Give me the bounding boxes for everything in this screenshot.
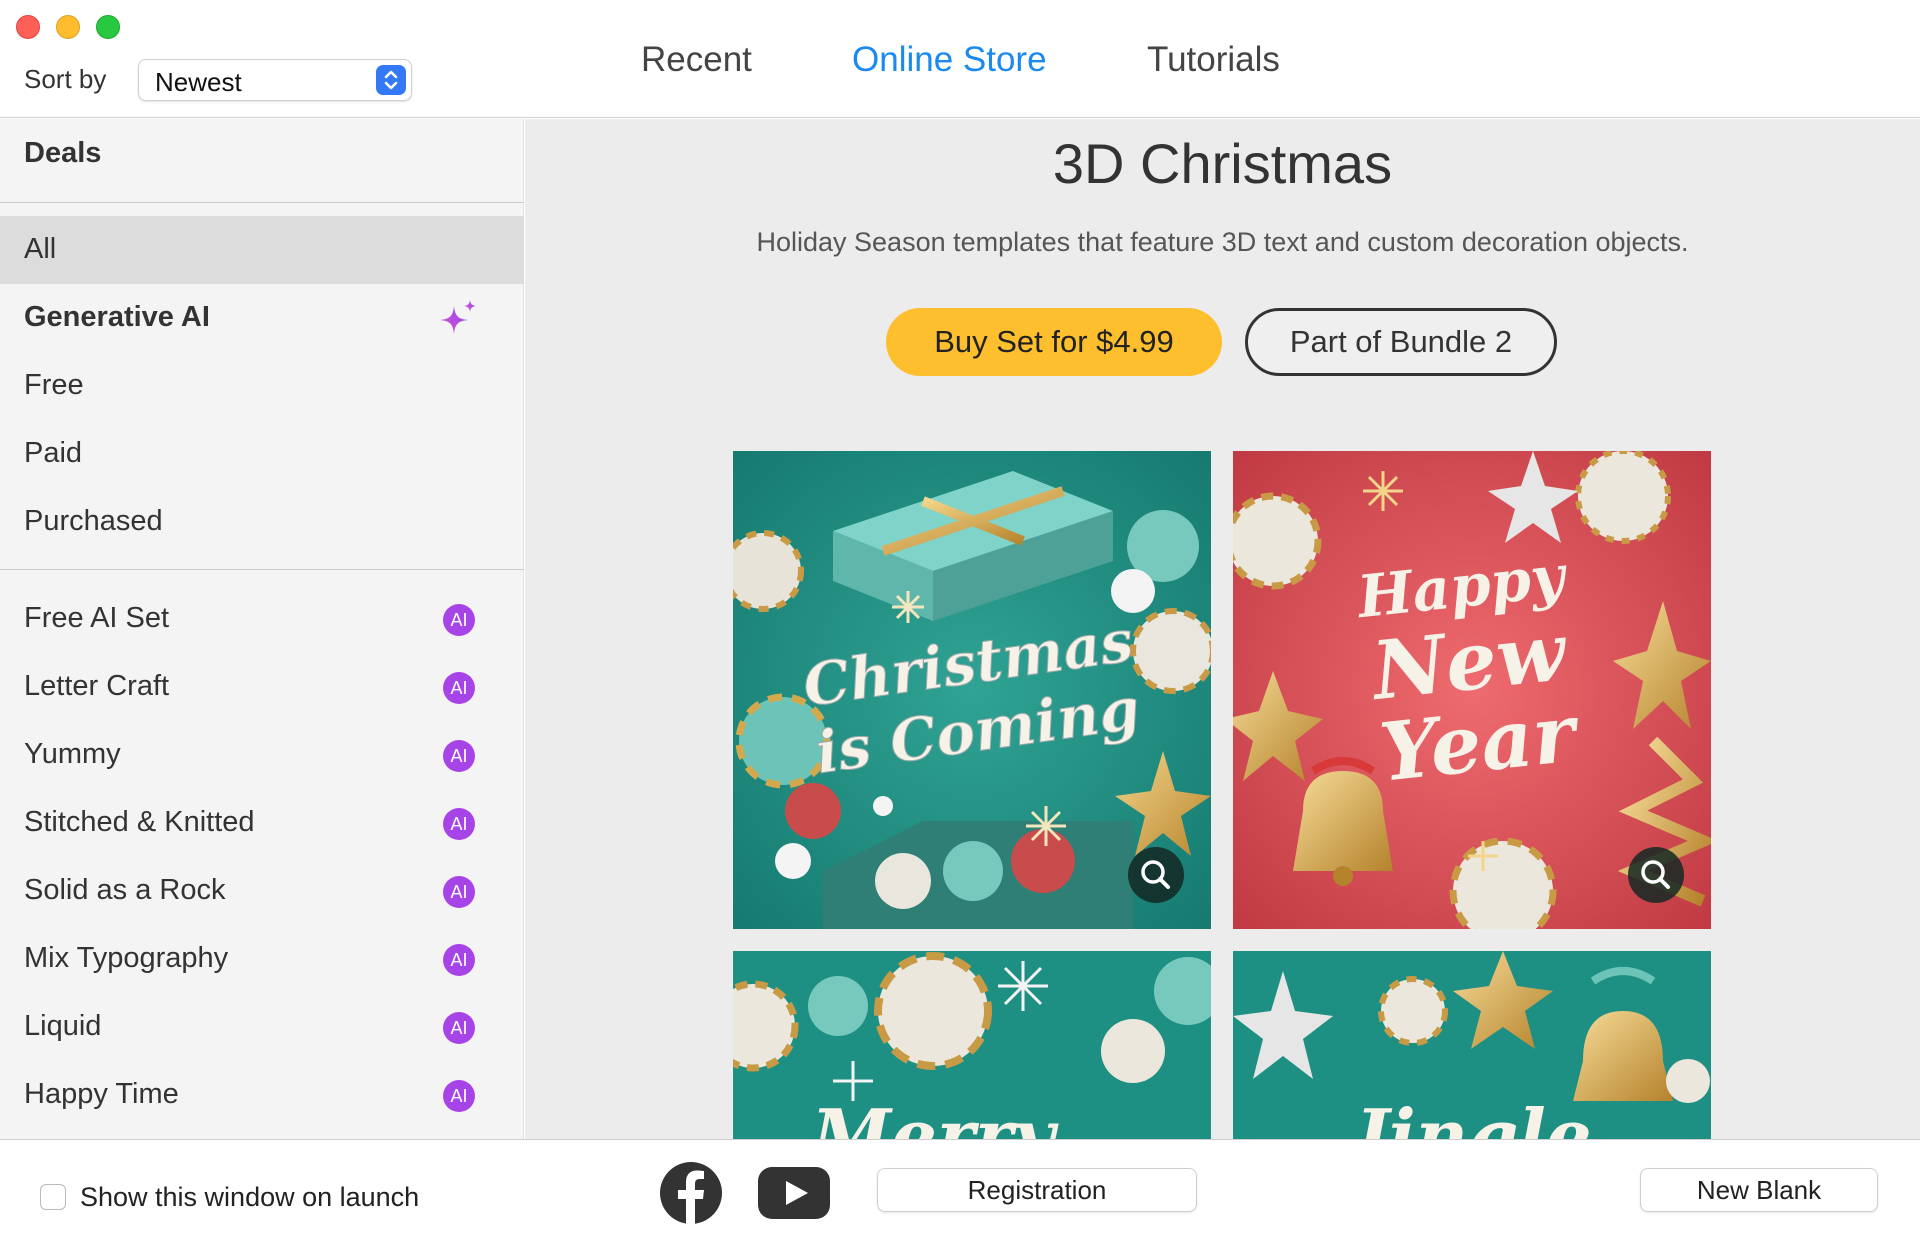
template-card-merry[interactable]: Merry	[733, 951, 1211, 1139]
set-title: 3D Christmas	[1052, 132, 1393, 195]
buy-set-button[interactable]: Buy Set for $4.99	[886, 308, 1222, 376]
ai-badge: AI	[443, 944, 475, 976]
tab-tutorials[interactable]: Tutorials	[1147, 40, 1280, 80]
tab-recent[interactable]: Recent	[641, 40, 752, 80]
sidebar-divider	[0, 569, 524, 570]
sidebar-item-generative-ai[interactable]: Generative AI	[0, 284, 524, 352]
bundle-button[interactable]: Part of Bundle 2	[1245, 308, 1557, 376]
close-window-button[interactable]	[16, 15, 40, 39]
youtube-icon[interactable]	[758, 1167, 830, 1219]
show-on-launch-checkbox[interactable]	[40, 1184, 66, 1210]
ai-badge: AI	[443, 808, 475, 840]
minimize-window-button[interactable]	[56, 15, 80, 39]
sort-by-label: Sort by	[24, 64, 107, 94]
sidebar-item-label: Yummy	[24, 738, 121, 770]
magnifier-icon	[1641, 860, 1670, 889]
template-thumbnail: Jingle	[1233, 951, 1711, 1139]
template-card-happy-new-year[interactable]: Happy New Year	[1233, 451, 1711, 929]
ai-badge: AI	[443, 740, 475, 772]
sidebar-item-label: Solid as a Rock	[24, 874, 226, 906]
ai-badge: AI	[443, 876, 475, 908]
template-title-line: Jingle	[1342, 1093, 1591, 1139]
sidebar-item-label: Letter Craft	[24, 670, 170, 702]
sidebar-item-liquid[interactable]: Liquid AI	[0, 993, 524, 1061]
sidebar-heading-deals: Deals	[24, 137, 102, 169]
sidebar-item-free[interactable]: Free	[0, 352, 524, 420]
template-title-line: Merry	[808, 1093, 1058, 1139]
sidebar-item-label: Free	[24, 369, 84, 401]
magnifier-icon	[1141, 860, 1170, 889]
ai-badge: AI	[443, 1080, 475, 1112]
sidebar-item-purchased[interactable]: Purchased	[0, 488, 524, 556]
preview-zoom-button[interactable]	[1628, 847, 1684, 903]
sidebar-divider	[0, 202, 524, 203]
set-description: Holiday Season templates that feature 3D…	[756, 227, 1689, 257]
preview-zoom-button[interactable]	[1128, 847, 1184, 903]
new-blank-button[interactable]: New Blank	[1640, 1168, 1878, 1212]
store-content: 3D Christmas Holiday Season templates th…	[525, 119, 1920, 1139]
sidebar-item-stitched-knitted[interactable]: Stitched & Knitted AI	[0, 789, 524, 857]
sidebar-item-paid[interactable]: Paid	[0, 420, 524, 488]
sidebar-item-label: Mix Typography	[24, 942, 229, 974]
sidebar-item-all[interactable]: All	[0, 216, 524, 284]
sidebar-item-label: Purchased	[24, 505, 163, 537]
facebook-icon[interactable]	[659, 1161, 723, 1225]
title-bar: Sort by Newest Recent Online Store Tutor…	[0, 0, 1920, 118]
template-card-jingle[interactable]: Jingle	[1233, 951, 1711, 1139]
sidebar-item-label: Paid	[24, 437, 83, 469]
sidebar-item-label: Free AI Set	[24, 602, 170, 634]
show-on-launch-label[interactable]: Show this window on launch	[80, 1182, 419, 1213]
sidebar-item-yummy[interactable]: Yummy AI	[0, 721, 524, 789]
sidebar-item-happy-time[interactable]: Happy Time AI	[0, 1061, 524, 1129]
template-thumbnail: Merry	[733, 951, 1211, 1139]
sidebar-item-letter-craft[interactable]: Letter Craft AI	[0, 653, 524, 721]
tab-online-store[interactable]: Online Store	[852, 40, 1047, 80]
registration-button[interactable]: Registration	[877, 1168, 1197, 1212]
chevron-up-down-icon	[376, 65, 406, 95]
ai-badge: AI	[443, 672, 475, 704]
sidebar-item-solid-as-a-rock[interactable]: Solid as a Rock AI	[0, 857, 524, 925]
sidebar-item-free-ai-set[interactable]: Free AI Set AI	[0, 585, 524, 653]
sidebar-item-label: Generative AI	[24, 301, 210, 333]
sidebar: Deals All Generative AI Free Paid Purcha…	[0, 119, 524, 1139]
sort-by-value: Newest	[155, 67, 242, 97]
sidebar-item-label: Happy Time	[24, 1078, 179, 1110]
sparkle-icon	[438, 298, 480, 340]
ai-badge: AI	[443, 604, 475, 636]
sidebar-item-mix-typography[interactable]: Mix Typography AI	[0, 925, 524, 993]
template-card-christmas-is-coming[interactable]: Christmas is Coming	[733, 451, 1211, 929]
sidebar-item-label: Stitched & Knitted	[24, 806, 255, 838]
ai-badge: AI	[443, 1012, 475, 1044]
bottom-bar: Show this window on launch Registration …	[0, 1139, 1920, 1244]
sidebar-item-label: All	[24, 233, 57, 265]
sidebar-item-label: Liquid	[24, 1010, 102, 1042]
sort-by-select[interactable]: Newest	[138, 59, 412, 101]
zoom-window-button[interactable]	[96, 15, 120, 39]
